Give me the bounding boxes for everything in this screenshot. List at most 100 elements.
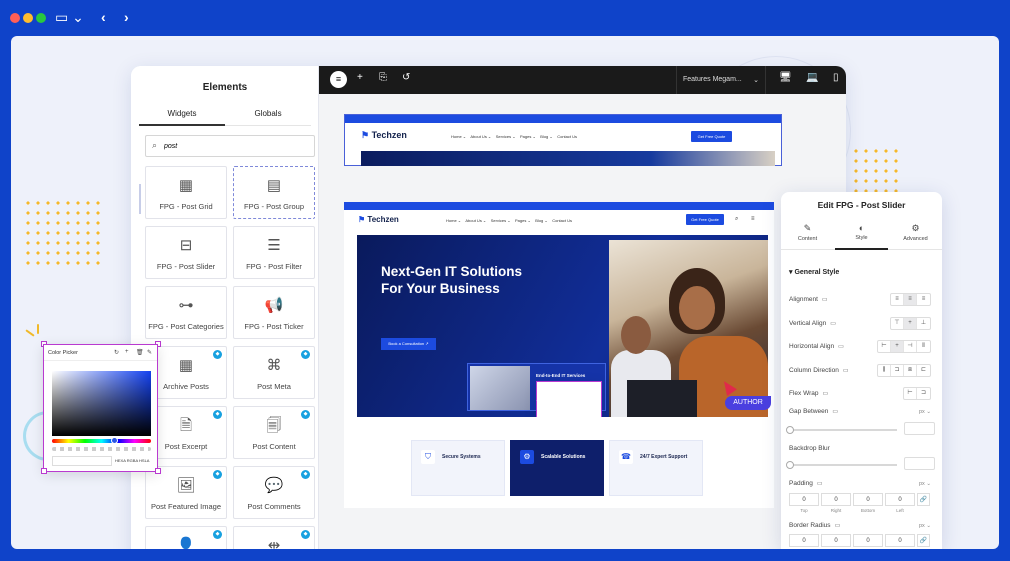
tab-globals[interactable]: Globals xyxy=(225,109,311,118)
justify-end-icon[interactable]: ⊣ xyxy=(904,341,917,352)
history-icon[interactable]: ↺ xyxy=(402,72,410,83)
widget-post-group[interactable]: ▤ FPG - Post Group xyxy=(233,166,315,219)
close-window-button[interactable] xyxy=(10,13,20,23)
widget-post-slider[interactable]: ⊟ FPG - Post Slider xyxy=(145,226,227,279)
gap-input[interactable] xyxy=(904,422,935,435)
nav-item-pages[interactable]: Pages xyxy=(520,134,531,139)
search-input[interactable] xyxy=(164,139,304,153)
eyedropper-icon[interactable]: ✎ xyxy=(147,349,152,356)
feature-card-secure[interactable]: ⛉ Secure Systems xyxy=(411,440,505,496)
widget-post-meta[interactable]: ◆ ⌘ Post Meta xyxy=(233,346,315,399)
justify-start-icon[interactable]: ⊢ xyxy=(878,341,891,352)
widget-post-grid[interactable]: ▦ FPG - Post Grid xyxy=(145,166,227,219)
blur-slider[interactable] xyxy=(786,461,897,469)
widget-post-comments[interactable]: ◆ 💬 Post Comments xyxy=(233,466,315,519)
service-card[interactable]: End-to-End IT Services ↗ xyxy=(467,363,606,417)
nav-item-blog[interactable]: Blog xyxy=(535,218,543,223)
direction-row-reverse-icon[interactable]: ⧈ xyxy=(904,365,917,376)
tablet-view-icon[interactable]: ▯ xyxy=(833,72,839,83)
tab-style[interactable]: ◐ Style xyxy=(835,223,888,250)
elementor-logo-icon[interactable]: ≡ xyxy=(330,71,347,88)
slider-knob[interactable] xyxy=(786,461,794,469)
align-right-icon[interactable]: ≡ xyxy=(917,294,930,305)
minimize-window-button[interactable] xyxy=(23,13,33,23)
unit-selector[interactable]: px ⌄ xyxy=(919,409,931,415)
color-modes[interactable]: HEXA RGBA HSLA xyxy=(115,458,149,463)
wrap-icon[interactable]: ⊐ xyxy=(917,388,930,399)
tab-content[interactable]: ✎ Content xyxy=(781,223,834,242)
nav-item-about[interactable]: About Us xyxy=(470,134,486,139)
unit-selector[interactable]: px ⌄ xyxy=(919,523,931,529)
feature-card-scalable[interactable]: ⚙ Scalable Solutions xyxy=(510,440,604,496)
resize-handle[interactable] xyxy=(41,468,47,474)
header-preview[interactable]: ⚑ Techzen Home ⌄ About Us ⌄ Services ⌄ P… xyxy=(344,114,782,166)
justify-between-icon[interactable]: ⫴ xyxy=(917,341,930,352)
quote-button[interactable]: Get Free Quote xyxy=(686,214,724,225)
nav-item-blog[interactable]: Blog xyxy=(540,134,548,139)
saturation-field[interactable] xyxy=(52,371,151,436)
delete-icon[interactable]: 🗑 xyxy=(136,349,144,356)
desktop-view-icon[interactable]: 🖥 xyxy=(779,72,792,83)
hue-slider[interactable] xyxy=(52,439,151,443)
card-link[interactable]: ↗ xyxy=(536,398,539,402)
hue-knob[interactable] xyxy=(111,437,118,444)
tab-widgets[interactable]: Widgets xyxy=(139,109,225,126)
section-general-style[interactable]: ▾ General Style xyxy=(789,268,839,276)
nav-item-services[interactable]: Services xyxy=(496,134,511,139)
nav-item-home[interactable]: Home xyxy=(451,134,462,139)
page-settings-icon[interactable]: ⎘ xyxy=(379,72,387,83)
radius-left-input[interactable]: 0 xyxy=(885,534,915,547)
quote-button[interactable]: Get Free Quote xyxy=(691,131,732,142)
add-element-icon[interactable]: + xyxy=(357,72,363,83)
direction-column-icon[interactable]: ⊐ xyxy=(891,365,904,376)
chevron-left-icon[interactable]: ‹ xyxy=(101,8,106,26)
gap-slider[interactable] xyxy=(786,426,897,434)
nowrap-icon[interactable]: ⊢ xyxy=(904,388,917,399)
nav-item-contact[interactable]: Contact Us xyxy=(552,218,572,223)
reset-icon[interactable]: ↻ xyxy=(114,349,119,356)
nav-item-home[interactable]: Home xyxy=(446,218,457,223)
padding-left-input[interactable]: 0 xyxy=(885,493,915,506)
blur-input[interactable] xyxy=(904,457,935,470)
radius-right-input[interactable]: 0 xyxy=(821,534,851,547)
widget-post-navigation[interactable]: ◆ ⇹ xyxy=(233,526,315,549)
tab-advanced[interactable]: ⚙ Advanced xyxy=(889,223,942,242)
widget-post-ticker[interactable]: 📢 FPG - Post Ticker xyxy=(233,286,315,339)
direction-column-reverse-icon[interactable]: ⊏ xyxy=(917,365,930,376)
link-icon[interactable]: 🔗 xyxy=(917,534,930,547)
link-icon[interactable]: 🔗 xyxy=(917,493,930,506)
menu-icon[interactable]: ≡ xyxy=(751,216,755,222)
post-slider-hero[interactable]: Next-Gen IT Solutions For Your Business B… xyxy=(357,235,768,417)
nav-item-contact[interactable]: Contact Us xyxy=(557,134,577,139)
align-middle-icon[interactable]: + xyxy=(904,318,917,329)
padding-right-input[interactable]: 0 xyxy=(821,493,851,506)
chevron-right-icon[interactable]: › xyxy=(124,8,129,26)
search-icon[interactable]: ⌕ xyxy=(735,216,738,223)
padding-bottom-input[interactable]: 0 xyxy=(853,493,883,506)
justify-center-icon[interactable]: + xyxy=(891,341,904,352)
alpha-slider[interactable] xyxy=(52,447,151,451)
padding-top-input[interactable]: 0 xyxy=(789,493,819,506)
laptop-view-icon[interactable]: 💻 xyxy=(806,72,818,83)
align-center-icon[interactable]: ≡ xyxy=(904,294,917,305)
unit-selector[interactable]: px ⌄ xyxy=(919,481,931,487)
feature-card-support[interactable]: ☎ 24/7 Expert Support xyxy=(609,440,703,496)
direction-row-icon[interactable]: ⫼ xyxy=(878,365,891,376)
sidebar-icon[interactable]: ▭ ⌄ xyxy=(55,8,84,26)
widget-post-filter[interactable]: ☰ FPG - Post Filter xyxy=(233,226,315,279)
widget-post-content[interactable]: ◆ 🗐 Post Content xyxy=(233,406,315,459)
nav-item-pages[interactable]: Pages xyxy=(515,218,526,223)
slider-knob[interactable] xyxy=(786,426,794,434)
add-icon[interactable]: + xyxy=(125,349,129,355)
radius-bottom-input[interactable]: 0 xyxy=(853,534,883,547)
nav-item-about[interactable]: About Us xyxy=(465,218,481,223)
consultation-button[interactable]: Book a Consultation ↗ xyxy=(381,338,436,350)
template-selector[interactable]: Features Megam... ⌄ xyxy=(676,66,766,94)
align-bottom-icon[interactable]: ⊥ xyxy=(917,318,930,329)
panel-scrollbar[interactable] xyxy=(139,184,141,214)
resize-handle[interactable] xyxy=(155,468,161,474)
align-top-icon[interactable]: ⊤ xyxy=(891,318,904,329)
radius-top-input[interactable]: 0 xyxy=(789,534,819,547)
nav-item-services[interactable]: Services xyxy=(491,218,506,223)
maximize-window-button[interactable] xyxy=(36,13,46,23)
